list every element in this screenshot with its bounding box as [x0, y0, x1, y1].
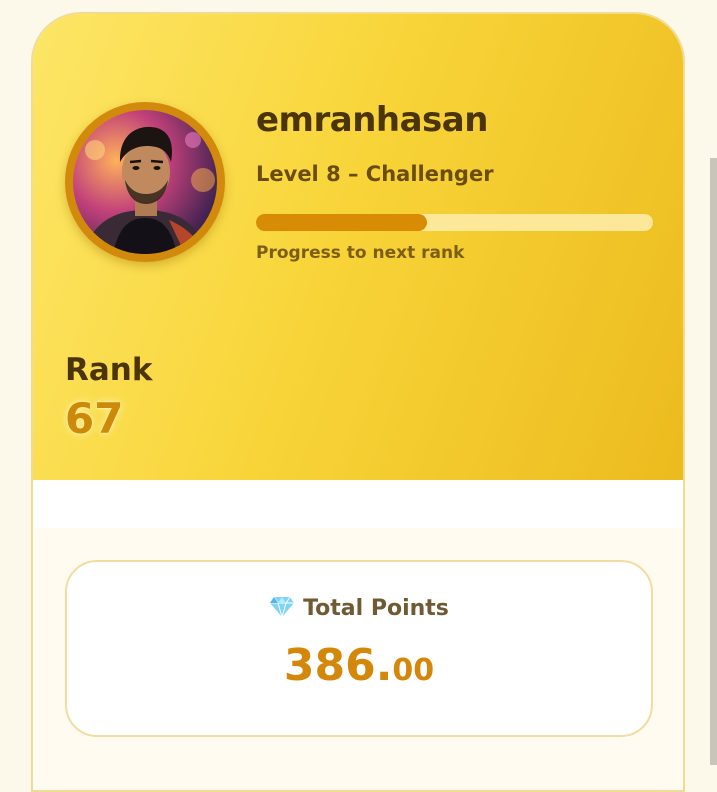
profile-hero: emranhasan Level 8 – Challenger Progress… [33, 14, 683, 480]
level-text: Level 8 – Challenger [256, 162, 494, 186]
username: emranhasan [256, 100, 488, 140]
rank-progress-bar [256, 214, 653, 231]
rank-progress-fill [256, 214, 427, 231]
avatar-photo [73, 110, 217, 254]
points-decimal: 00 [392, 653, 435, 688]
total-points-value: 386.00 [67, 640, 651, 691]
section-divider [33, 480, 683, 528]
profile-card: emranhasan Level 8 – Challenger Progress… [31, 12, 685, 792]
total-points-label: Total Points [303, 596, 449, 621]
total-points-card: Total Points 386.00 [65, 560, 653, 737]
rank-label: Rank [65, 352, 153, 388]
avatar [65, 102, 225, 262]
page-scrollbar[interactable] [710, 158, 717, 765]
points-integer: 386. [283, 640, 393, 691]
gem-icon [269, 596, 295, 619]
rank-value: 67 [65, 394, 124, 443]
total-points-header: Total Points [67, 596, 651, 621]
progress-caption: Progress to next rank [256, 243, 465, 263]
